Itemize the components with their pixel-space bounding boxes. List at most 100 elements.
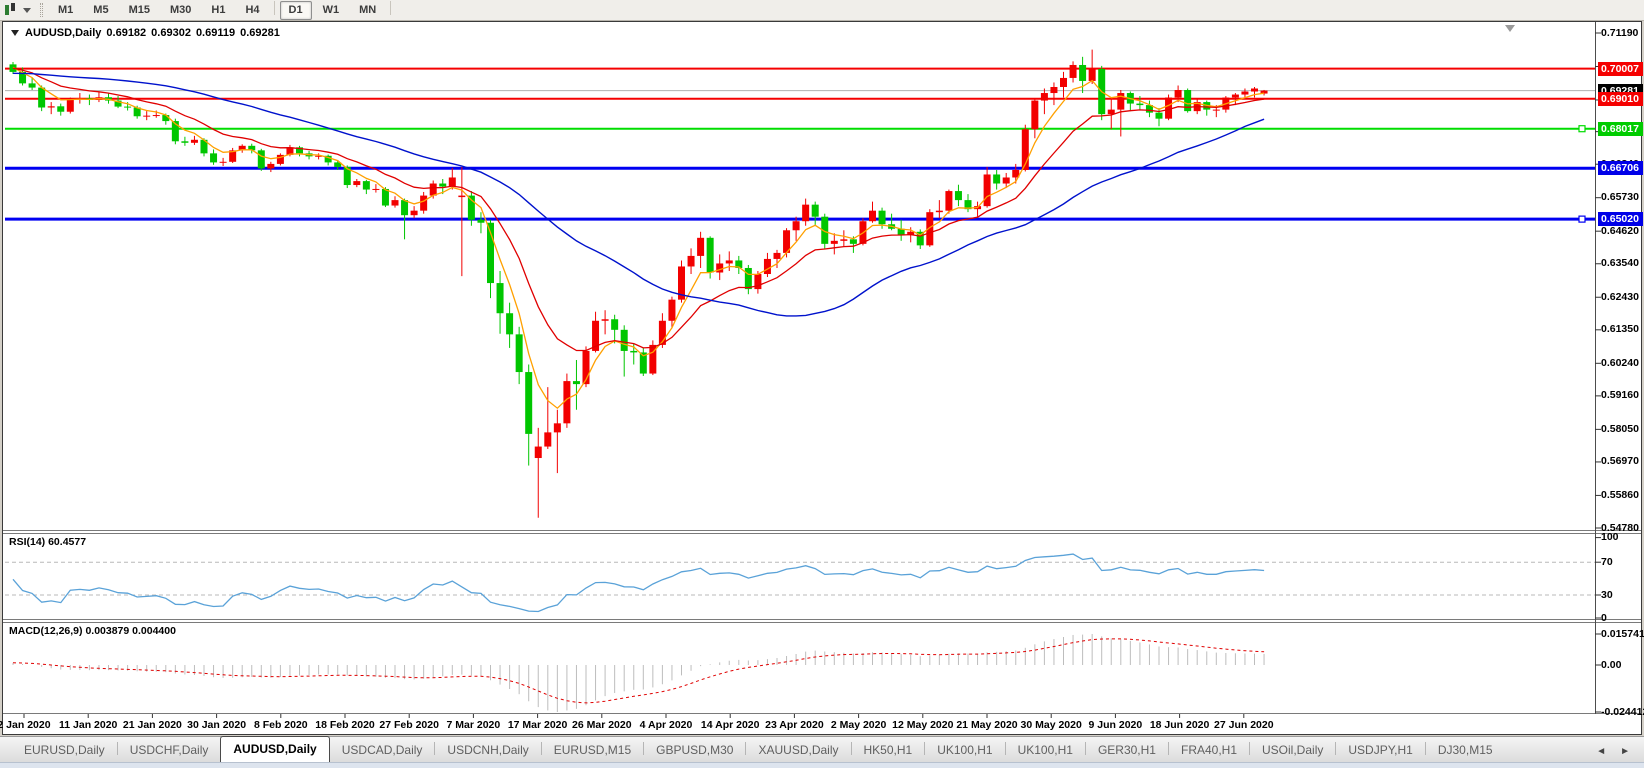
chart-window[interactable]: AUDUSD,Daily 0.69182 0.69302 0.69119 0.6… [2, 21, 1642, 735]
date-label: 27 Feb 2020 [379, 719, 439, 731]
tab-usdchf-daily[interactable]: USDCHF,Daily [118, 739, 221, 762]
line-handle-marker[interactable] [1579, 216, 1585, 222]
chart-canvas[interactable] [3, 22, 1641, 734]
timeframe-button-m1[interactable]: M1 [49, 1, 82, 20]
candle-body [29, 83, 36, 87]
candle-body [38, 88, 45, 108]
date-label: 11 Jan 2020 [59, 719, 117, 731]
candle-body [554, 423, 561, 432]
candle-body [267, 164, 274, 169]
candle-body [716, 263, 723, 272]
tab-xauusd-daily[interactable]: XAUUSD,Daily [746, 739, 850, 762]
date-label: 18 Feb 2020 [315, 719, 375, 731]
date-label: 17 Mar 2020 [508, 719, 568, 731]
tab-hk50-h1[interactable]: HK50,H1 [852, 739, 925, 762]
candle-body [544, 432, 551, 446]
tab-audusd-daily[interactable]: AUDUSD,Daily [220, 736, 329, 762]
tab-gbpusd-m30[interactable]: GBPUSD,M30 [644, 739, 745, 762]
ma-mid-line [13, 68, 1264, 350]
price-tick-label: 0.62430 [1601, 291, 1639, 304]
date-label: 27 Jun 2020 [1214, 719, 1274, 731]
candle-body [401, 200, 408, 215]
timeframe-button-m5[interactable]: M5 [84, 1, 117, 20]
tab-dj30-m15[interactable]: DJ30,M15 [1426, 739, 1505, 762]
candle-body [1156, 113, 1163, 119]
candle-body [1003, 177, 1010, 183]
price-tick-label: 0.56970 [1601, 455, 1639, 468]
tab-uk100-h1[interactable]: UK100,H1 [925, 739, 1004, 762]
date-label: 8 Feb 2020 [254, 719, 308, 731]
candle-body [382, 189, 389, 206]
candle-body [210, 153, 217, 162]
timeframe-button-h4[interactable]: H4 [236, 1, 268, 20]
tab-ger30-h1[interactable]: GER30,H1 [1086, 739, 1168, 762]
candle-body [764, 259, 771, 274]
candle-body [1213, 110, 1220, 111]
chart-title: AUDUSD,Daily 0.69182 0.69302 0.69119 0.6… [11, 27, 285, 39]
candle-body [1079, 65, 1086, 81]
caret-down-icon[interactable] [23, 8, 31, 13]
rsi-line [13, 554, 1264, 611]
tab-usdjpy-h1[interactable]: USDJPY,H1 [1336, 739, 1424, 762]
candle-body [353, 181, 360, 185]
price-tick-label: 0.71190 [1601, 27, 1638, 40]
candle-body [879, 211, 886, 225]
tabs-scroll-right-icon[interactable]: ► [1620, 746, 1630, 757]
date-label: 12 May 2020 [892, 719, 953, 731]
candle-body [124, 107, 131, 108]
candle-body [1251, 89, 1258, 92]
timeframe-button-w1[interactable]: W1 [314, 1, 349, 20]
candle-body [1041, 93, 1048, 101]
chart-shift-marker[interactable] [1505, 25, 1515, 32]
candle-body [1089, 69, 1096, 81]
candle-body [516, 334, 523, 372]
tab-fra40-h1[interactable]: FRA40,H1 [1169, 739, 1249, 762]
chart-dropdown-icon[interactable] [11, 30, 19, 36]
timeframe-button-d1[interactable]: D1 [280, 1, 312, 20]
tab-uk100-h1[interactable]: UK100,H1 [1006, 739, 1085, 762]
timeframe-button-h1[interactable]: H1 [202, 1, 234, 20]
tab-usdcnh-daily[interactable]: USDCNH,Daily [435, 739, 540, 762]
tab-usdcad-daily[interactable]: USDCAD,Daily [330, 739, 435, 762]
candle-body [48, 106, 55, 107]
rsi-label: RSI(14) 60.4577 [9, 536, 86, 548]
candle-body [535, 447, 542, 458]
chart-symbols-icon[interactable] [3, 3, 19, 17]
candle-body [506, 313, 513, 334]
macd-axis-label: 0.00 [1601, 659, 1621, 672]
candle-body [611, 319, 618, 330]
candle-body [668, 300, 675, 321]
timeframe-button-m15[interactable]: M15 [120, 1, 159, 20]
tabs-scroll-left-icon[interactable]: ◄ [1596, 746, 1606, 757]
candle-body [688, 256, 695, 267]
candle-body [745, 268, 752, 289]
status-strip [0, 762, 1644, 768]
toolbar-grip[interactable] [40, 3, 43, 17]
candle-body [258, 150, 265, 168]
tab-eurusd-m15[interactable]: EURUSD,M15 [542, 739, 643, 762]
candle-body [573, 381, 580, 384]
tab-usoil-daily[interactable]: USOil,Daily [1250, 739, 1335, 762]
candle-body [1117, 93, 1124, 110]
line-handle-marker[interactable] [1579, 126, 1585, 132]
candle-body [372, 189, 379, 190]
candle-body [1031, 101, 1038, 130]
candle-body [220, 162, 227, 163]
date-label: 30 Jan 2020 [187, 719, 246, 731]
candle-body [1232, 95, 1239, 98]
timeframe-button-m30[interactable]: M30 [161, 1, 200, 20]
date-label: 4 Apr 2020 [640, 719, 693, 731]
date-label: 23 Apr 2020 [765, 719, 824, 731]
candle-body [1070, 65, 1077, 78]
tab-eurusd-daily[interactable]: EURUSD,Daily [12, 739, 117, 762]
candle-body [707, 238, 714, 273]
candle-body [458, 196, 465, 198]
candle-body [497, 283, 504, 313]
candle-body [153, 115, 160, 116]
ohlc-low: 0.69119 [196, 27, 235, 39]
candle-body [1060, 78, 1067, 87]
timeframe-button-mn[interactable]: MN [350, 1, 385, 20]
candle-body [420, 196, 427, 211]
candle-body [955, 191, 962, 200]
rsi-axis-label: 30 [1601, 589, 1613, 602]
